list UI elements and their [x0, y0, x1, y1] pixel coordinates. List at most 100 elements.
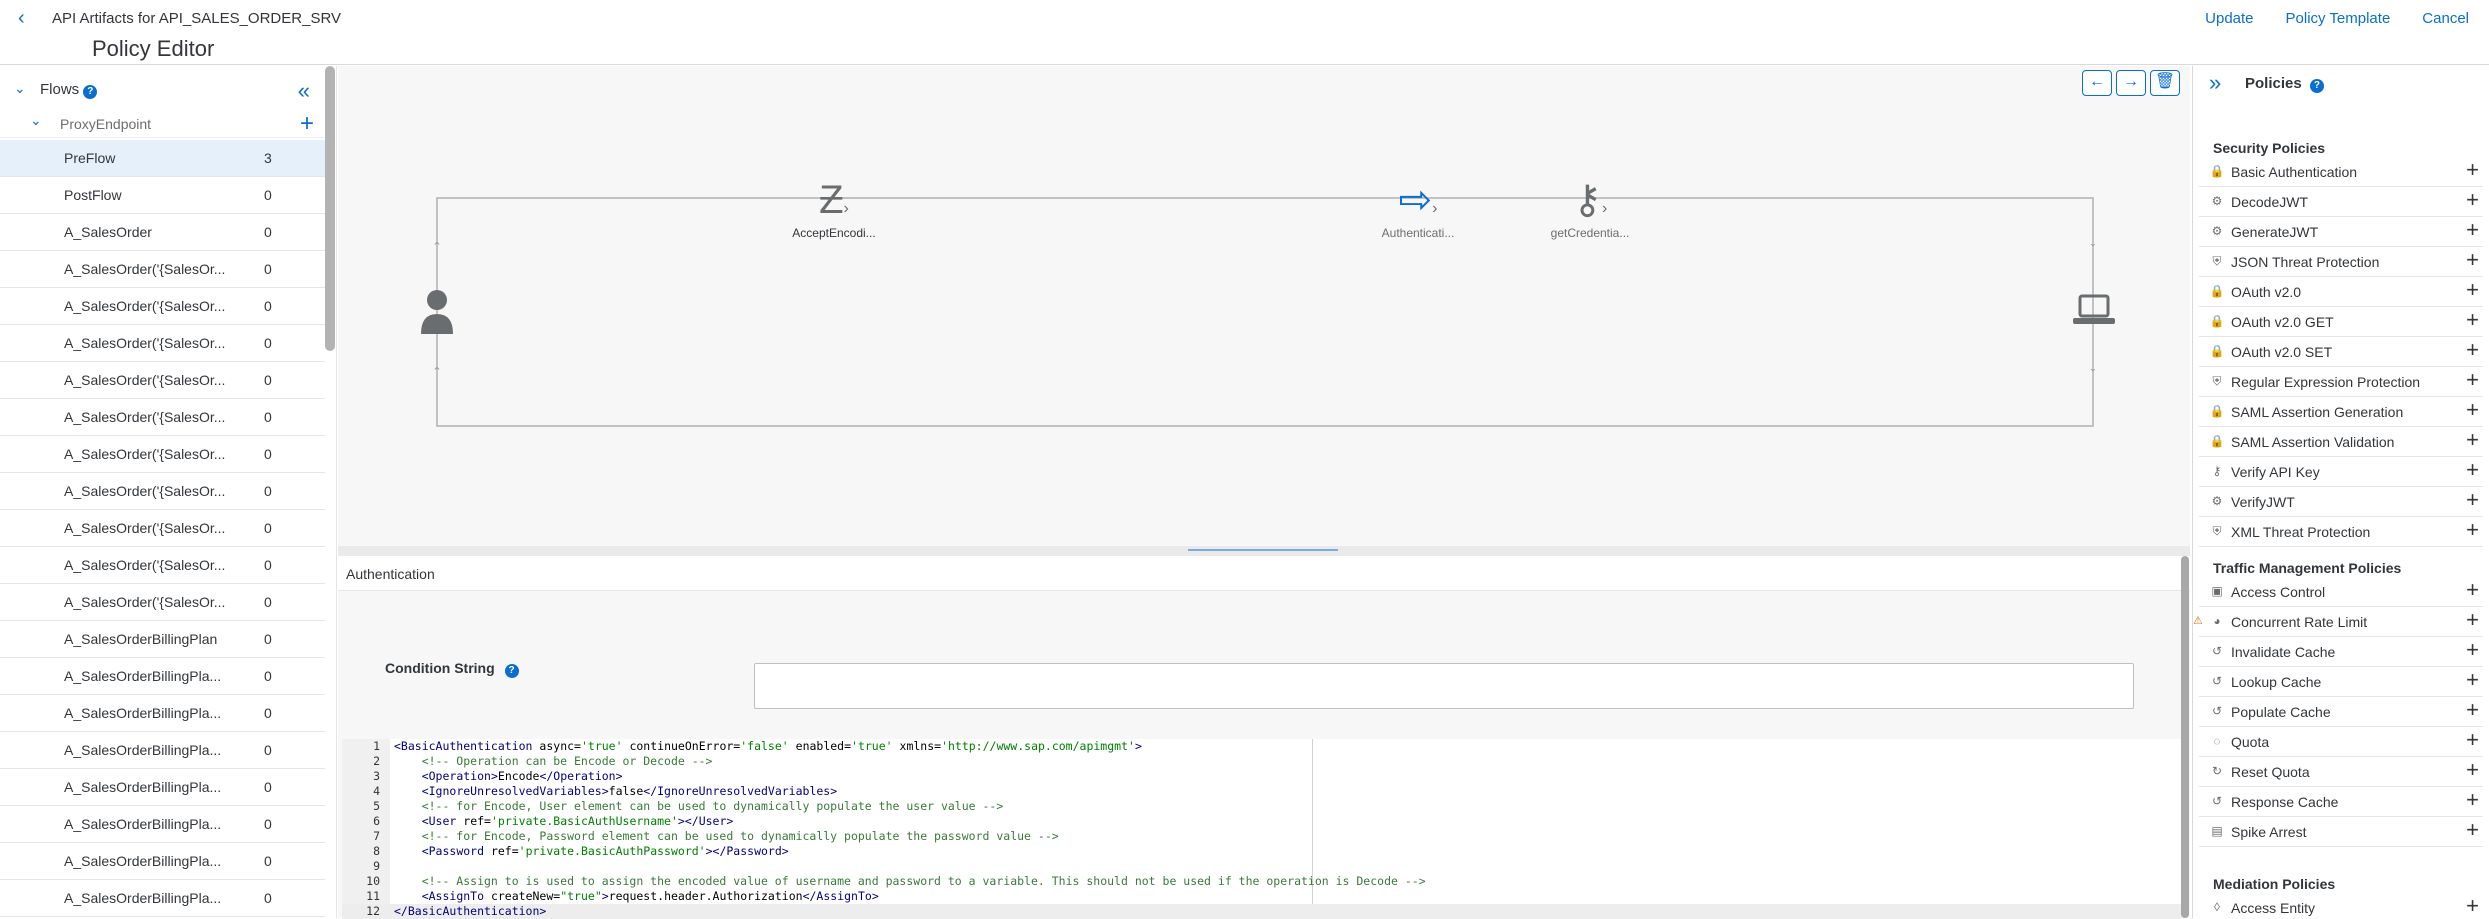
add-policy-icon[interactable]: +	[2466, 789, 2479, 811]
flow-item[interactable]: PreFlow 3	[0, 140, 325, 177]
policy-item[interactable]: ⚷ Verify API Key +	[2199, 457, 2483, 487]
help-icon[interactable]: ?	[83, 85, 98, 99]
help-icon[interactable]: ?	[2309, 79, 2324, 93]
flow-item[interactable]: A_SalesOrder 0	[0, 214, 325, 251]
code-line[interactable]: 4 <IgnoreUnresolvedVariables>false</Igno…	[342, 784, 2182, 800]
flow-item[interactable]: A_SalesOrderBillingPla... 0	[0, 880, 325, 917]
policy-item[interactable]: ◊ Access Entity +	[2199, 893, 2483, 918]
flow-item[interactable]: A_SalesOrder('{SalesOr... 0	[0, 251, 325, 288]
policy-item[interactable]: ▣ Access Control +	[2199, 577, 2483, 607]
flow-item[interactable]: A_SalesOrder('{SalesOr... 0	[0, 325, 325, 362]
flow-item[interactable]: A_SalesOrder('{SalesOr... 0	[0, 399, 325, 436]
policy-node-get-credentials[interactable]: ⚷› getCredentia...	[1530, 178, 1650, 240]
flow-item[interactable]: A_SalesOrderBillingPla... 0	[0, 843, 325, 880]
add-policy-icon[interactable]: +	[2466, 639, 2479, 661]
code-line[interactable]: 12 </BasicAuthentication>	[342, 904, 2182, 919]
policy-item[interactable]: 🔒 SAML Assertion Validation +	[2199, 427, 2483, 457]
policy-item[interactable]: ⚙ DecodeJWT +	[2199, 187, 2483, 217]
add-policy-icon[interactable]: +	[2466, 279, 2479, 301]
add-policy-icon[interactable]: +	[2466, 669, 2479, 691]
code-line[interactable]: 7 <!-- for Encode, Password element can …	[342, 829, 2182, 845]
policy-item[interactable]: ⛨ XML Threat Protection +	[2199, 517, 2483, 547]
code-line[interactable]: 10 <!-- Assign to is used to assign the …	[342, 874, 2182, 890]
policy-item[interactable]: ◌ Quota +	[2199, 727, 2483, 757]
add-policy-icon[interactable]: +	[2466, 519, 2479, 541]
left-scrollbar[interactable]	[325, 66, 335, 351]
code-line[interactable]: 8 <Password ref='private.BasicAuthPasswo…	[342, 844, 2182, 860]
add-policy-icon[interactable]: +	[2466, 399, 2479, 421]
code-line[interactable]: 2 <!-- Operation can be Encode or Decode…	[342, 754, 2182, 770]
code-line[interactable]: 3 <Operation>Encode</Operation>	[342, 769, 2182, 785]
add-policy-icon[interactable]: +	[2466, 699, 2479, 721]
condition-string-input[interactable]	[754, 663, 2134, 709]
add-policy-icon[interactable]: +	[2466, 459, 2479, 481]
collapse-left-icon[interactable]: «	[298, 78, 310, 104]
flow-item[interactable]: A_SalesOrderBillingPla... 0	[0, 769, 325, 806]
policy-item[interactable]: 🔒 SAML Assertion Generation +	[2199, 397, 2483, 427]
add-policy-icon[interactable]: +	[2466, 489, 2479, 511]
add-policy-icon[interactable]: +	[2466, 579, 2479, 601]
flow-item[interactable]: PostFlow 0	[0, 177, 325, 214]
add-policy-icon[interactable]: +	[2466, 609, 2479, 631]
proxy-endpoint-row[interactable]: ⌄ ProxyEndpoint +	[0, 110, 330, 138]
policy-item[interactable]: ⛨ Regular Expression Protection +	[2199, 367, 2483, 397]
code-line[interactable]: 1 <BasicAuthentication async='true' conti…	[342, 739, 2182, 755]
policy-node-authentication[interactable]: ⇨› Authenticati...	[1358, 178, 1478, 240]
add-policy-icon[interactable]: +	[2466, 219, 2479, 241]
back-icon[interactable]: ‹	[18, 8, 38, 28]
code-line[interactable]: 11 <AssignTo createNew="true">request.he…	[342, 889, 2182, 905]
flow-item[interactable]: A_SalesOrder('{SalesOr... 0	[0, 584, 325, 621]
add-policy-icon[interactable]: +	[2466, 189, 2479, 211]
xml-code-editor[interactable]: 1 <BasicAuthentication async='true' conti…	[342, 739, 2182, 919]
add-policy-icon[interactable]: +	[2466, 249, 2479, 271]
policy-item[interactable]: ↺ Lookup Cache +	[2199, 667, 2483, 697]
add-policy-icon[interactable]: +	[2466, 309, 2479, 331]
add-policy-icon[interactable]: +	[2466, 159, 2479, 181]
flow-item[interactable]: A_SalesOrder('{SalesOr... 0	[0, 473, 325, 510]
policy-item[interactable]: ⚠ ◕ Concurrent Rate Limit +	[2193, 607, 2483, 637]
policy-item[interactable]: ↺ Invalidate Cache +	[2199, 637, 2483, 667]
flow-item[interactable]: A_SalesOrder('{SalesOr... 0	[0, 547, 325, 584]
flow-item[interactable]: A_SalesOrder('{SalesOr... 0	[0, 362, 325, 399]
flow-item[interactable]: A_SalesOrderBillingPla... 0	[0, 658, 325, 695]
flow-item[interactable]: A_SalesOrder('{SalesOr... 0	[0, 436, 325, 473]
chevron-down-icon[interactable]: ⌄	[14, 80, 26, 97]
add-policy-icon[interactable]: +	[2466, 759, 2479, 781]
help-icon[interactable]: ?	[504, 664, 519, 678]
chevron-down-icon[interactable]: ⌄	[30, 112, 42, 129]
policy-node-accept-encoding[interactable]: Ƶ› AcceptEncodi...	[774, 178, 894, 240]
code-line[interactable]: 5 <!-- for Encode, User element can be u…	[342, 799, 2182, 815]
add-policy-icon[interactable]: +	[2466, 819, 2479, 841]
add-policy-icon[interactable]: +	[2466, 895, 2479, 917]
add-policy-icon[interactable]: +	[2466, 729, 2479, 751]
flow-item[interactable]: A_SalesOrder('{SalesOr... 0	[0, 288, 325, 325]
flow-item[interactable]: A_SalesOrderBillingPla... 0	[0, 806, 325, 843]
update-button[interactable]: Update	[2205, 10, 2253, 27]
code-line[interactable]: 9	[342, 859, 2182, 875]
collapse-right-icon[interactable]: »	[2209, 70, 2221, 96]
splitter-handle[interactable]	[1188, 549, 1338, 552]
add-policy-icon[interactable]: +	[2466, 369, 2479, 391]
detail-scrollbar[interactable]	[2181, 556, 2189, 918]
policy-item[interactable]: ⚙ GenerateJWT +	[2199, 217, 2483, 247]
policy-item[interactable]: ⚙ VerifyJWT +	[2199, 487, 2483, 517]
policy-item[interactable]: ⛨ JSON Threat Protection +	[2199, 247, 2483, 277]
cancel-button[interactable]: Cancel	[2422, 10, 2469, 27]
policy-item[interactable]: 🔒 OAuth v2.0 SET +	[2199, 337, 2483, 367]
flow-item[interactable]: A_SalesOrderBillingPla... 0	[0, 732, 325, 769]
add-flow-icon[interactable]: +	[300, 110, 314, 138]
policy-item[interactable]: ↺ Populate Cache +	[2199, 697, 2483, 727]
policy-item[interactable]: 🔒 OAuth v2.0 GET +	[2199, 307, 2483, 337]
policy-item[interactable]: 🔒 Basic Authentication +	[2199, 157, 2483, 187]
code-line[interactable]: 6 <User ref='private.BasicAuthUsername'>…	[342, 814, 2182, 830]
add-policy-icon[interactable]: +	[2466, 339, 2479, 361]
flow-item[interactable]: A_SalesOrderBillingPlan 0	[0, 621, 325, 658]
policy-template-button[interactable]: Policy Template	[2286, 10, 2391, 27]
policy-item[interactable]: ▤ Spike Arrest +	[2199, 817, 2483, 847]
policy-item[interactable]: ↻ Reset Quota +	[2199, 757, 2483, 787]
add-policy-icon[interactable]: +	[2466, 429, 2479, 451]
splitter[interactable]	[338, 546, 2190, 556]
flow-item[interactable]: A_SalesOrder('{SalesOr... 0	[0, 510, 325, 547]
flow-item[interactable]: A_SalesOrderBillingPla... 0	[0, 695, 325, 732]
policy-item[interactable]: ↺ Response Cache +	[2199, 787, 2483, 817]
